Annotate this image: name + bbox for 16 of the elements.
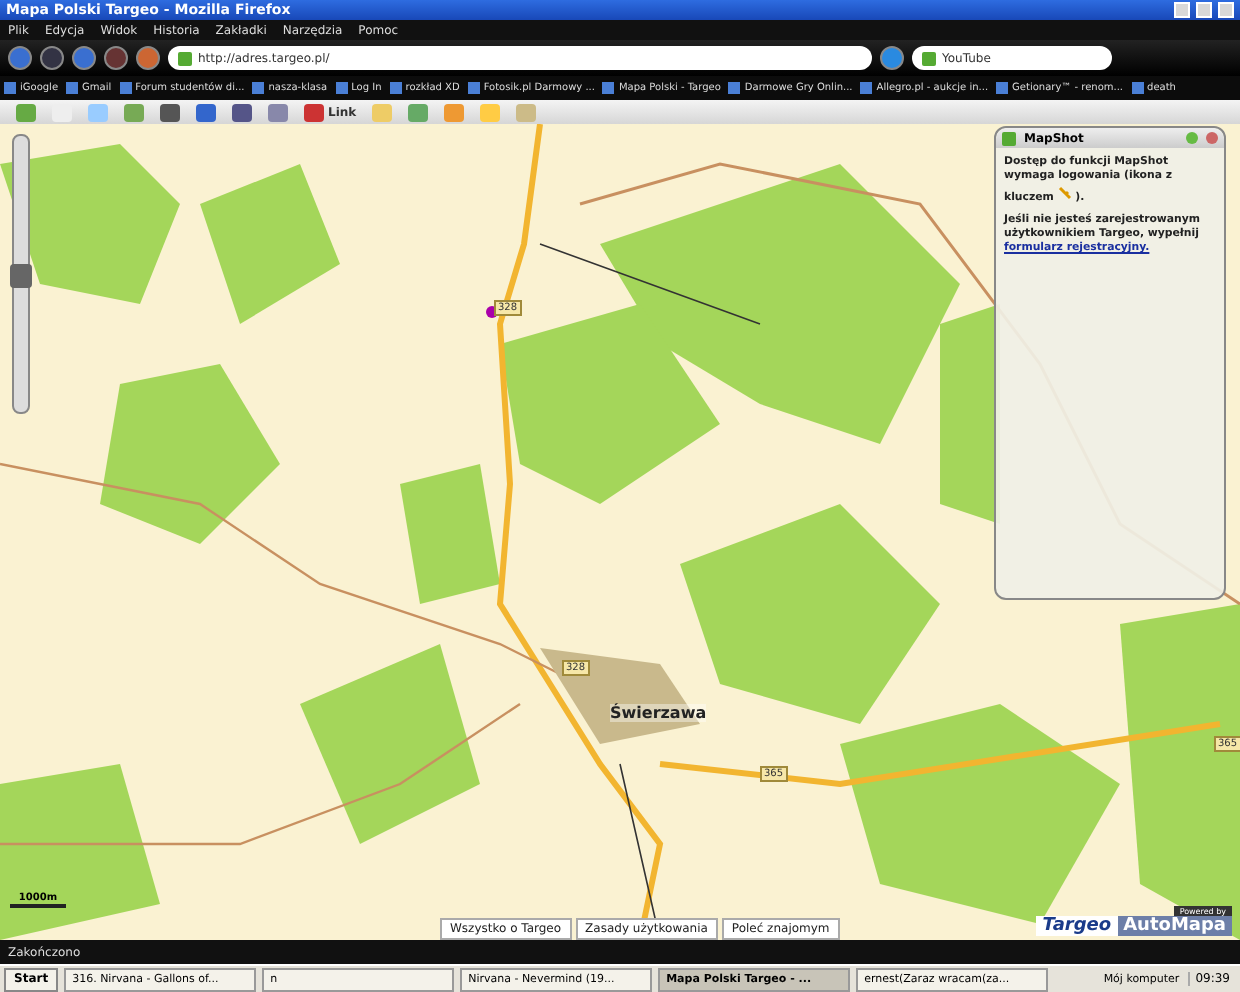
key-icon xyxy=(1057,185,1072,200)
minimize-button[interactable] xyxy=(1186,132,1198,144)
search-engine-icon xyxy=(922,51,936,65)
home-button[interactable] xyxy=(136,46,160,70)
reload-button[interactable] xyxy=(72,46,96,70)
town-label: Świerzawa xyxy=(610,704,707,722)
forward-button[interactable] xyxy=(40,46,64,70)
zoom-slider-thumb[interactable] xyxy=(10,264,32,288)
zoom-slider[interactable] xyxy=(12,134,30,414)
stop-button[interactable] xyxy=(104,46,128,70)
site-icon xyxy=(178,51,192,65)
close-button[interactable] xyxy=(1206,132,1218,144)
go-button[interactable] xyxy=(880,46,904,70)
automapa-logo: AutoMapa xyxy=(1117,916,1232,936)
targeo-logo: Targeo xyxy=(1036,916,1118,936)
back-button[interactable] xyxy=(8,46,32,70)
